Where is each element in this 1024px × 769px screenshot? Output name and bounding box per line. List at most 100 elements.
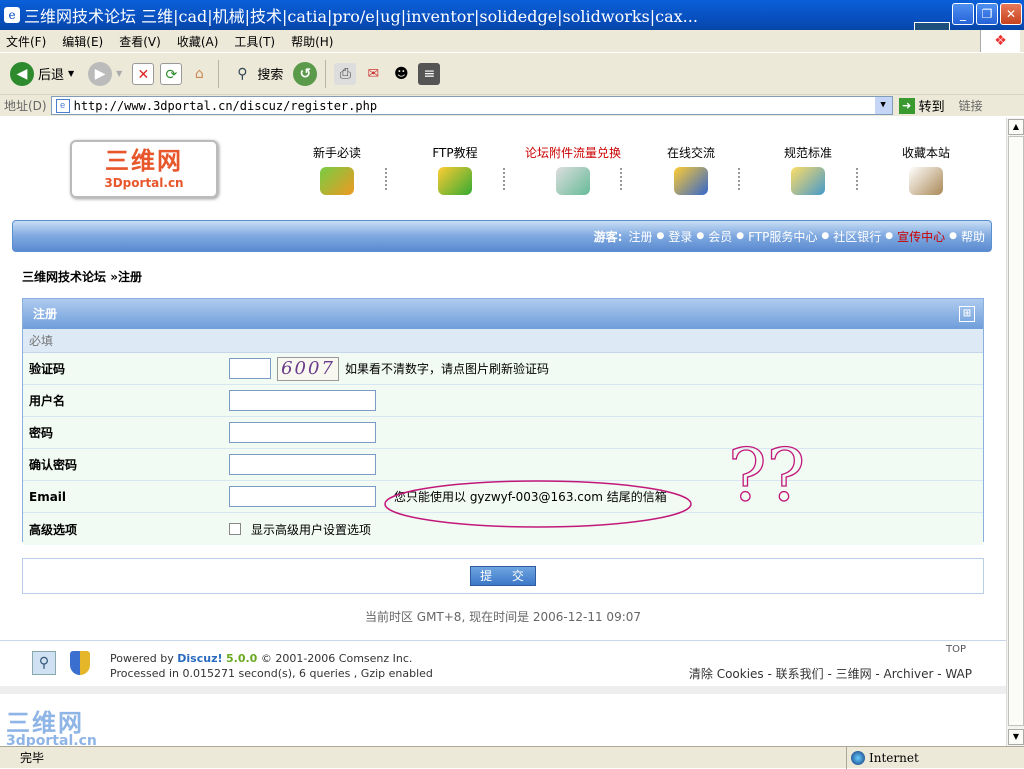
qq-icon[interactable]: ☻ (390, 63, 412, 85)
nav-label: 在线交流 (666, 146, 715, 160)
toolbar-divider (325, 59, 327, 88)
captcha-input[interactable] (229, 358, 271, 379)
browser-toolbar: ◀ 后退 ▼ ▶ ▼ ✕ ⟳ ⌂ ⚲ 搜索 ↺ ⎙ ✉ ☻ ≡ (0, 52, 1024, 94)
captcha-image[interactable]: 6007 (277, 356, 339, 381)
window-title-bar: e 三维网技术论坛 三维|cad|机械|技术|catia|pro/e|ug|in… (0, 0, 1024, 30)
breadcrumb-separator: » (106, 270, 118, 284)
form-title: 注册 (33, 307, 58, 321)
discuz-link[interactable]: Discuz! (177, 652, 222, 665)
email-input[interactable] (229, 486, 376, 507)
nav-label: 收藏本站 (901, 146, 950, 160)
back-to-top-link[interactable]: TOP (946, 644, 966, 655)
search-button[interactable]: ⚲ 搜索 (227, 61, 287, 87)
menu-file[interactable]: 文件(F) (6, 33, 46, 50)
register-form: 注册 ⊞ 必填 验证码 6007 如果看不清数字，请点图片刷新验证码 用户名 密… (22, 298, 984, 545)
site-logo[interactable]: 三维网 3Dportal.cn (70, 140, 218, 198)
forum-icon[interactable]: ⚲ (32, 651, 56, 675)
chevron-down-icon[interactable]: ▼ (116, 69, 122, 78)
mail-icon[interactable]: ✉ (362, 63, 384, 85)
windows-flag-icon: ❖ (980, 30, 1020, 52)
guest-label: 游客: (593, 229, 623, 244)
menu-tools[interactable]: 工具(T) (234, 33, 275, 50)
nav-attachment-exchange[interactable]: 论坛附件流量兑换 (518, 144, 628, 195)
submit-button[interactable]: 提 交 (470, 566, 536, 586)
link-login[interactable]: 登录 (668, 228, 692, 245)
chat-icon (674, 167, 708, 195)
history-icon[interactable]: ↺ (293, 61, 318, 86)
refresh-icon[interactable]: ⟳ (160, 62, 183, 85)
link-register[interactable]: 注册 (628, 228, 652, 245)
status-bar: 完毕 Internet (0, 746, 1024, 769)
menu-help[interactable]: 帮助(H) (291, 33, 333, 50)
advanced-row: 高级选项 显示高级用户设置选项 (23, 513, 983, 545)
menu-favorites[interactable]: 收藏(A) (177, 33, 219, 50)
page-icon: e (55, 98, 70, 113)
ticket-icon (556, 167, 590, 195)
menu-edit[interactable]: 编辑(E) (62, 33, 103, 50)
nav-divider (385, 168, 387, 190)
advanced-checkbox[interactable] (229, 523, 241, 535)
home-icon[interactable]: ⌂ (188, 63, 210, 85)
captcha-row: 验证码 6007 如果看不清数字，请点图片刷新验证码 (23, 353, 983, 385)
scroll-thumb[interactable] (1008, 136, 1024, 726)
link-ftp-center[interactable]: FTP服务中心 (748, 228, 817, 245)
window-controls: _ ❐ ✕ (952, 3, 1022, 25)
stop-icon[interactable]: ✕ (132, 62, 155, 85)
confirm-password-row: 确认密码 (23, 449, 983, 481)
discuz-version: 5.0.0 (226, 652, 258, 665)
address-input[interactable]: e http://www.3dportal.cn/discuz/register… (50, 96, 893, 115)
required-section-label: 必填 (23, 329, 983, 353)
captcha-label: 验证码 (29, 362, 66, 376)
logo-text-en: 3Dportal.cn (104, 176, 184, 190)
processed-stats: Processed in 0.015271 second(s), 6 queri… (110, 667, 433, 680)
powered-prefix: Powered by (110, 652, 178, 665)
advanced-label: 高级选项 (29, 522, 78, 537)
window-title: 三维网技术论坛 三维|cad|机械|技术|catia|pro/e|ug|inve… (24, 7, 698, 26)
back-button[interactable]: ◀ 后退 ▼ (6, 60, 78, 88)
email-hint: 您只能使用以 gyzwyf-003@163.com 结尾的信箱 (394, 490, 667, 504)
breadcrumb: 三维网技术论坛 »注册 (22, 268, 142, 285)
chevron-down-icon[interactable]: ▼ (68, 69, 74, 78)
minimize-button[interactable]: _ (952, 3, 974, 25)
menu-extra-icon[interactable]: ≡ (418, 62, 441, 85)
form-header: 注册 ⊞ (23, 299, 983, 329)
user-nav-bar: 游客: 注册 ● 登录 ● 会员 ● FTP服务中心 ● 社区银行 ● 宣传中心 ● 帮助 (12, 220, 992, 252)
maximize-button[interactable]: ❐ (976, 3, 998, 25)
powered-by: Powered by Discuz! 5.0.0 © 2001-2006 Com… (110, 651, 433, 681)
nav-online-chat[interactable]: 在线交流 (646, 144, 736, 195)
headphones-icon (438, 167, 472, 195)
breadcrumb-home[interactable]: 三维网技术论坛 (22, 270, 106, 284)
book-icon (320, 167, 354, 195)
menu-view[interactable]: 查看(V) (119, 33, 161, 50)
back-label: 后退 (38, 68, 65, 83)
footer-links[interactable]: 清除 Cookies - 联系我们 - 三维网 - Archiver - WAP (689, 665, 972, 682)
vertical-scrollbar[interactable]: ▲ ▼ (1006, 118, 1024, 746)
go-button[interactable]: ➜ 转到 (898, 96, 945, 115)
link-members[interactable]: 会员 (708, 228, 732, 245)
scroll-down-icon[interactable]: ▼ (1008, 729, 1024, 745)
confirm-password-input[interactable] (229, 454, 376, 475)
nav-ftp-tutorial[interactable]: FTP教程 (410, 144, 500, 195)
link-community-bank[interactable]: 社区银行 (833, 228, 881, 245)
go-arrow-icon: ➜ (898, 97, 915, 114)
password-label: 密码 (29, 426, 54, 440)
nav-bookmark[interactable]: 收藏本站 (881, 144, 971, 195)
ie-icon: e (4, 7, 20, 23)
close-button[interactable]: ✕ (1000, 3, 1022, 25)
chevron-down-icon[interactable]: ▼ (874, 97, 892, 114)
collapse-toggle-icon[interactable]: ⊞ (959, 306, 975, 322)
username-input[interactable] (229, 390, 376, 411)
shield-icon (70, 651, 90, 675)
links-button[interactable]: 链接 (959, 97, 983, 114)
link-help[interactable]: 帮助 (961, 228, 985, 245)
password-input[interactable] (229, 422, 376, 443)
scroll-up-icon[interactable]: ▲ (1008, 119, 1024, 135)
document-icon (791, 167, 825, 195)
password-row: 密码 (23, 417, 983, 449)
nav-newbie[interactable]: 新手必读 (292, 144, 382, 195)
nav-standards[interactable]: 规范标准 (763, 144, 853, 195)
forward-button[interactable]: ▶ ▼ (84, 60, 126, 88)
print-icon[interactable]: ⎙ (334, 62, 357, 85)
footer-bottom-bar (0, 686, 1006, 694)
link-promotion[interactable]: 宣传中心 (897, 228, 945, 245)
